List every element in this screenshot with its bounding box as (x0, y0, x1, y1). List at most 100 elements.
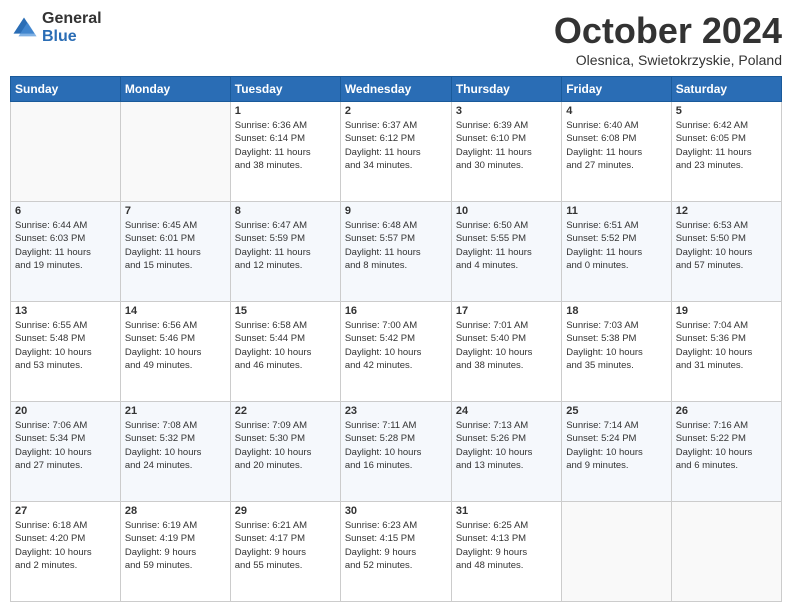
cell-w5-d5: 31 Sunrise: 6:25 AM Sunset: 4:13 PM Dayli… (451, 502, 561, 602)
day-number-24: 24 (456, 405, 557, 417)
day-info-25: Sunrise: 7:14 AM Sunset: 5:24 PM Dayligh… (566, 419, 666, 472)
day-info-15: Sunrise: 6:58 AM Sunset: 5:44 PM Dayligh… (235, 319, 336, 372)
cell-w1-d7: 5Sunrise: 6:42 AM Sunset: 6:05 PM Daylig… (671, 102, 781, 202)
cell-w1-d1 (11, 102, 121, 202)
day-number-18: 18 (566, 305, 666, 317)
day-info-11: Sunrise: 6:51 AM Sunset: 5:52 PM Dayligh… (566, 219, 666, 272)
day-number-27: 27 (15, 505, 116, 517)
cell-w3-d1: 13 Sunrise: 6:55 AM Sunset: 5:48 PM Dayli… (11, 302, 121, 402)
day-number-22: 22 (235, 405, 336, 417)
logo-icon (10, 14, 38, 42)
logo-text: General Blue (42, 10, 102, 45)
day-info-31: Sunrise: 6:25 AM Sunset: 4:13 PM Dayligh… (456, 519, 557, 572)
cell-w3-d2: 14 Sunrise: 6:56 AM Sunset: 5:46 PM Dayli… (120, 302, 230, 402)
week-row-1: 1 Sunrise: 6:36 AM Sunset: 6:14 PM Daylig… (11, 102, 782, 202)
cell-w1-d2 (120, 102, 230, 202)
cell-w3-d5: 17Sunrise: 7:01 AM Sunset: 5:40 PM Dayli… (451, 302, 561, 402)
cell-w2-d6: 11 Sunrise: 6:51 AM Sunset: 5:52 PM Dayli… (562, 202, 671, 302)
day-info-10: Sunrise: 6:50 AM Sunset: 5:55 PM Dayligh… (456, 219, 557, 272)
day-info-28: Sunrise: 6:19 AM Sunset: 4:19 PM Dayligh… (125, 519, 226, 572)
day-info-8: Sunrise: 6:47 AM Sunset: 5:59 PM Dayligh… (235, 219, 336, 272)
day-number-13: 13 (15, 305, 116, 317)
cell-w2-d2: 7Sunrise: 6:45 AM Sunset: 6:01 PM Daylig… (120, 202, 230, 302)
cell-w2-d1: 6Sunrise: 6:44 AM Sunset: 6:03 PM Daylig… (11, 202, 121, 302)
cell-w4-d6: 25Sunrise: 7:14 AM Sunset: 5:24 PM Dayli… (562, 402, 671, 502)
day-number-23: 23 (345, 405, 447, 417)
day-number-16: 16 (345, 305, 447, 317)
day-number-15: 15 (235, 305, 336, 317)
day-info-3: Sunrise: 6:39 AM Sunset: 6:10 PM Dayligh… (456, 119, 557, 172)
day-number-3: 3 (456, 105, 557, 117)
title-area: October 2024 Olesnica, Swietokrzyskie, P… (554, 10, 782, 68)
logo: General Blue (10, 10, 102, 45)
day-number-19: 19 (676, 305, 777, 317)
subtitle: Olesnica, Swietokrzyskie, Poland (554, 52, 782, 68)
day-info-29: Sunrise: 6:21 AM Sunset: 4:17 PM Dayligh… (235, 519, 336, 572)
cell-w4-d1: 20 Sunrise: 7:06 AM Sunset: 5:34 PM Dayli… (11, 402, 121, 502)
day-info-1: Sunrise: 6:36 AM Sunset: 6:14 PM Dayligh… (235, 119, 336, 172)
day-number-20: 20 (15, 405, 116, 417)
day-info-14: Sunrise: 6:56 AM Sunset: 5:46 PM Dayligh… (125, 319, 226, 372)
day-info-23: Sunrise: 7:11 AM Sunset: 5:28 PM Dayligh… (345, 419, 447, 472)
day-number-2: 2 (345, 105, 447, 117)
cell-w5-d4: 30Sunrise: 6:23 AM Sunset: 4:15 PM Dayli… (340, 502, 451, 602)
day-info-21: Sunrise: 7:08 AM Sunset: 5:32 PM Dayligh… (125, 419, 226, 472)
cell-w1-d4: 2Sunrise: 6:37 AM Sunset: 6:12 PM Daylig… (340, 102, 451, 202)
day-number-28: 28 (125, 505, 226, 517)
cell-w3-d7: 19 Sunrise: 7:04 AM Sunset: 5:36 PM Dayli… (671, 302, 781, 402)
week-row-4: 20 Sunrise: 7:06 AM Sunset: 5:34 PM Dayli… (11, 402, 782, 502)
day-number-17: 17 (456, 305, 557, 317)
logo-blue: Blue (42, 28, 102, 46)
day-info-30: Sunrise: 6:23 AM Sunset: 4:15 PM Dayligh… (345, 519, 447, 572)
cell-w3-d3: 15 Sunrise: 6:58 AM Sunset: 5:44 PM Dayli… (230, 302, 340, 402)
day-number-21: 21 (125, 405, 226, 417)
col-sunday: Sunday (11, 77, 121, 102)
cell-w1-d3: 1 Sunrise: 6:36 AM Sunset: 6:14 PM Daylig… (230, 102, 340, 202)
cell-w3-d4: 16 Sunrise: 7:00 AM Sunset: 5:42 PM Dayli… (340, 302, 451, 402)
cell-w1-d6: 4Sunrise: 6:40 AM Sunset: 6:08 PM Daylig… (562, 102, 671, 202)
col-saturday: Saturday (671, 77, 781, 102)
day-info-13: Sunrise: 6:55 AM Sunset: 5:48 PM Dayligh… (15, 319, 116, 372)
day-number-29: 29 (235, 505, 336, 517)
day-number-1: 1 (235, 105, 336, 117)
day-info-9: Sunrise: 6:48 AM Sunset: 5:57 PM Dayligh… (345, 219, 447, 272)
day-number-14: 14 (125, 305, 226, 317)
logo-general: General (42, 10, 102, 28)
day-number-11: 11 (566, 205, 666, 217)
cell-w5-d1: 27 Sunrise: 6:18 AM Sunset: 4:20 PM Dayli… (11, 502, 121, 602)
cell-w5-d7 (671, 502, 781, 602)
cell-w4-d2: 21 Sunrise: 7:08 AM Sunset: 5:32 PM Dayli… (120, 402, 230, 502)
week-row-2: 6Sunrise: 6:44 AM Sunset: 6:03 PM Daylig… (11, 202, 782, 302)
header-row: Sunday Monday Tuesday Wednesday Thursday… (11, 77, 782, 102)
day-info-12: Sunrise: 6:53 AM Sunset: 5:50 PM Dayligh… (676, 219, 777, 272)
day-number-4: 4 (566, 105, 666, 117)
week-row-5: 27 Sunrise: 6:18 AM Sunset: 4:20 PM Dayli… (11, 502, 782, 602)
cell-w4-d5: 24 Sunrise: 7:13 AM Sunset: 5:26 PM Dayli… (451, 402, 561, 502)
day-number-26: 26 (676, 405, 777, 417)
day-info-16: Sunrise: 7:00 AM Sunset: 5:42 PM Dayligh… (345, 319, 447, 372)
cell-w5-d6 (562, 502, 671, 602)
week-row-3: 13 Sunrise: 6:55 AM Sunset: 5:48 PM Dayli… (11, 302, 782, 402)
cell-w4-d7: 26Sunrise: 7:16 AM Sunset: 5:22 PM Dayli… (671, 402, 781, 502)
day-info-6: Sunrise: 6:44 AM Sunset: 6:03 PM Dayligh… (15, 219, 116, 272)
day-info-20: Sunrise: 7:06 AM Sunset: 5:34 PM Dayligh… (15, 419, 116, 472)
cell-w2-d3: 8Sunrise: 6:47 AM Sunset: 5:59 PM Daylig… (230, 202, 340, 302)
cell-w4-d4: 23 Sunrise: 7:11 AM Sunset: 5:28 PM Dayli… (340, 402, 451, 502)
day-number-9: 9 (345, 205, 447, 217)
day-number-10: 10 (456, 205, 557, 217)
cell-w2-d5: 10 Sunrise: 6:50 AM Sunset: 5:55 PM Dayli… (451, 202, 561, 302)
day-info-27: Sunrise: 6:18 AM Sunset: 4:20 PM Dayligh… (15, 519, 116, 572)
day-info-19: Sunrise: 7:04 AM Sunset: 5:36 PM Dayligh… (676, 319, 777, 372)
cell-w5-d2: 28 Sunrise: 6:19 AM Sunset: 4:19 PM Dayli… (120, 502, 230, 602)
day-info-18: Sunrise: 7:03 AM Sunset: 5:38 PM Dayligh… (566, 319, 666, 372)
day-info-24: Sunrise: 7:13 AM Sunset: 5:26 PM Dayligh… (456, 419, 557, 472)
col-thursday: Thursday (451, 77, 561, 102)
cell-w2-d4: 9 Sunrise: 6:48 AM Sunset: 5:57 PM Daylig… (340, 202, 451, 302)
day-number-7: 7 (125, 205, 226, 217)
day-info-22: Sunrise: 7:09 AM Sunset: 5:30 PM Dayligh… (235, 419, 336, 472)
cell-w2-d7: 12 Sunrise: 6:53 AM Sunset: 5:50 PM Dayli… (671, 202, 781, 302)
day-number-12: 12 (676, 205, 777, 217)
main-title: October 2024 (554, 10, 782, 52)
day-info-5: Sunrise: 6:42 AM Sunset: 6:05 PM Dayligh… (676, 119, 777, 172)
day-number-31: 31 (456, 505, 557, 517)
